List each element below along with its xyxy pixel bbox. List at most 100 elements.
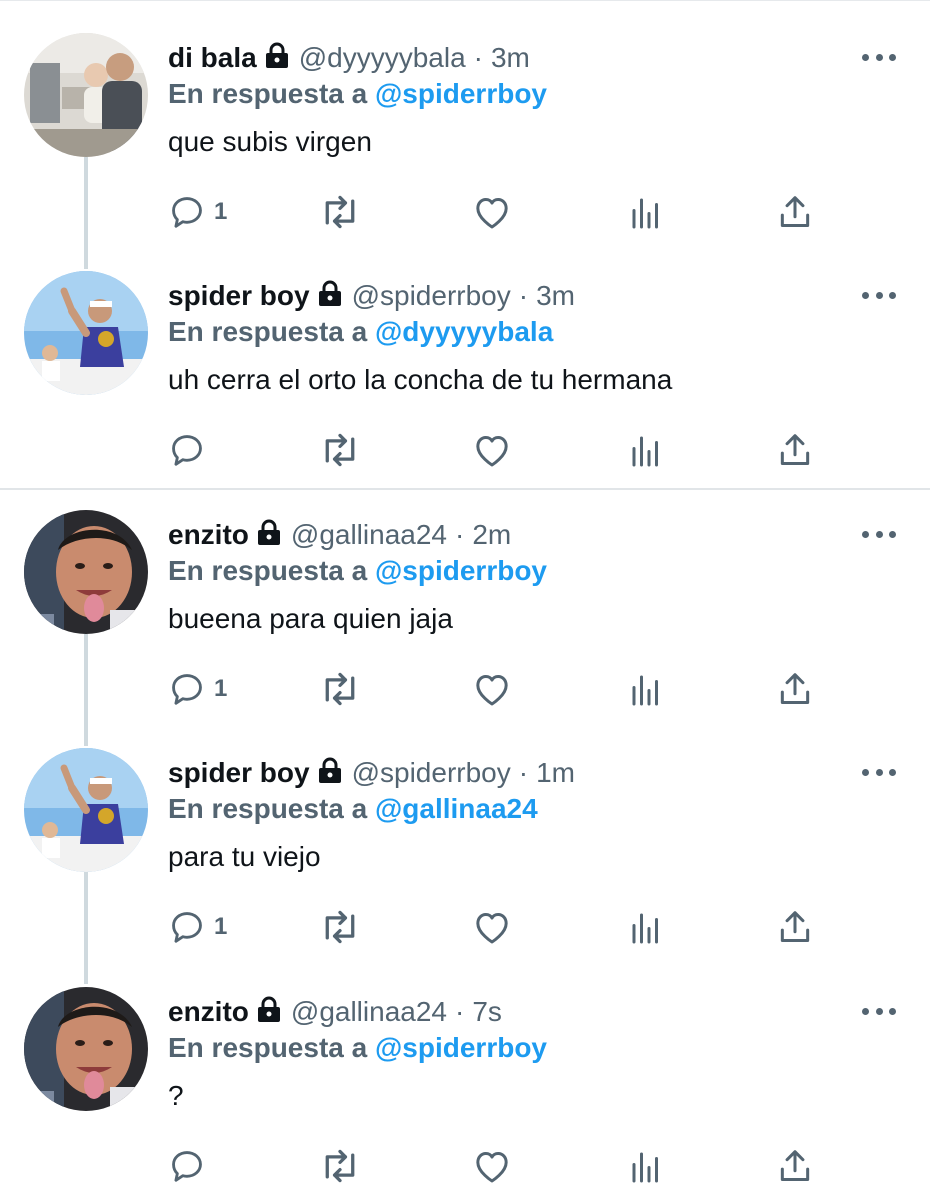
user-handle[interactable]: @gallinaa24 xyxy=(291,996,447,1028)
display-name[interactable]: enzito xyxy=(168,996,249,1028)
reply-count: 1 xyxy=(214,913,228,940)
analytics-icon xyxy=(632,198,658,229)
reply-prefix: En respuesta a xyxy=(168,78,375,109)
reply-mention[interactable]: @spiderrboy xyxy=(375,555,547,586)
avatar-enzito[interactable] xyxy=(24,510,148,634)
reply-button[interactable] xyxy=(168,430,214,470)
views-button[interactable] xyxy=(628,192,664,232)
share-icon xyxy=(780,911,810,942)
reply-mention[interactable]: @dyyyyybala xyxy=(375,316,553,347)
user-handle[interactable]: @dyyyyybala xyxy=(299,42,466,74)
like-button[interactable] xyxy=(472,907,512,947)
avatar-spider-boy[interactable] xyxy=(24,271,148,395)
reply-context: En respuesta a @dyyyyybala xyxy=(168,316,553,348)
tweet-text: uh cerra el orto la concha de tu hermana xyxy=(168,364,673,395)
heart-icon xyxy=(476,675,508,706)
retweet-icon xyxy=(325,195,355,229)
retweet-icon xyxy=(325,672,355,706)
lock-icon xyxy=(257,996,281,1029)
share-icon xyxy=(780,673,810,704)
analytics-icon xyxy=(632,675,658,706)
tweet-header: enzito @gallinaa24 · 7s xyxy=(168,994,502,1030)
reply-icon xyxy=(172,197,202,228)
reply-icon xyxy=(172,674,202,705)
reply-button[interactable] xyxy=(168,1146,214,1186)
like-button[interactable] xyxy=(472,430,512,470)
heart-icon xyxy=(476,1152,508,1183)
tweet[interactable]: spider boy @spiderrboy · 3m En respuesta… xyxy=(0,238,930,476)
more-options-icon[interactable] xyxy=(862,288,896,302)
more-options-icon[interactable] xyxy=(862,50,896,64)
display-name[interactable]: spider boy xyxy=(168,757,310,789)
separator: · xyxy=(518,280,529,311)
like-button[interactable] xyxy=(472,1146,512,1186)
share-button[interactable] xyxy=(776,192,814,232)
more-options-icon[interactable] xyxy=(862,527,896,541)
user-handle[interactable]: @spiderrboy xyxy=(352,280,511,312)
timestamp[interactable]: 3m xyxy=(491,42,530,74)
heart-icon xyxy=(476,198,508,229)
reply-context: En respuesta a @gallinaa24 xyxy=(168,793,538,825)
tweet[interactable]: enzito @gallinaa24 · 2m En respuesta a @… xyxy=(0,477,930,715)
avatar-di-bala[interactable] xyxy=(24,33,148,157)
reply-count: 1 xyxy=(214,198,228,225)
reply-count: 1 xyxy=(214,675,228,702)
retweet-button[interactable] xyxy=(318,907,362,947)
tweet-text: para tu viejo xyxy=(168,841,321,872)
retweet-button[interactable] xyxy=(318,430,362,470)
avatar-spider-boy[interactable] xyxy=(24,748,148,872)
reply-prefix: En respuesta a xyxy=(168,793,375,824)
tweet[interactable]: di bala @dyyyyybala · 3m En respuesta a … xyxy=(0,0,930,238)
separator: · xyxy=(518,757,529,788)
like-button[interactable] xyxy=(472,192,512,232)
tweet[interactable]: spider boy @spiderrboy · 1m En respuesta… xyxy=(0,715,930,953)
lock-icon xyxy=(257,519,281,552)
reply-button[interactable]: 1 xyxy=(168,907,227,947)
display-name[interactable]: di bala xyxy=(168,42,257,74)
reply-prefix: En respuesta a xyxy=(168,1032,375,1063)
timestamp[interactable]: 1m xyxy=(536,757,575,789)
views-button[interactable] xyxy=(628,669,664,709)
reply-button[interactable]: 1 xyxy=(168,669,227,709)
reply-mention[interactable]: @gallinaa24 xyxy=(375,793,538,824)
views-button[interactable] xyxy=(628,907,664,947)
separator: · xyxy=(454,996,465,1027)
display-name[interactable]: enzito xyxy=(168,519,249,551)
share-icon xyxy=(780,1150,810,1181)
like-button[interactable] xyxy=(472,669,512,709)
reply-icon xyxy=(172,1151,202,1182)
retweet-button[interactable] xyxy=(318,1146,362,1186)
reply-prefix: En respuesta a xyxy=(168,555,375,586)
share-icon xyxy=(780,434,810,465)
reply-button[interactable]: 1 xyxy=(168,192,227,232)
retweet-icon xyxy=(325,910,355,944)
timestamp[interactable]: 2m xyxy=(472,519,511,551)
share-button[interactable] xyxy=(776,907,814,947)
share-button[interactable] xyxy=(776,1146,814,1186)
reply-mention[interactable]: @spiderrboy xyxy=(375,1032,547,1063)
timestamp[interactable]: 3m xyxy=(536,280,575,312)
retweet-button[interactable] xyxy=(318,192,362,232)
more-options-icon[interactable] xyxy=(862,1004,896,1018)
share-button[interactable] xyxy=(776,430,814,470)
reply-prefix: En respuesta a xyxy=(168,316,375,347)
views-button[interactable] xyxy=(628,430,664,470)
separator: · xyxy=(473,42,483,73)
tweet[interactable]: enzito @gallinaa24 · 7s En respuesta a @… xyxy=(0,954,930,1192)
analytics-icon xyxy=(632,913,658,944)
reply-mention[interactable]: @spiderrboy xyxy=(375,78,547,109)
views-button[interactable] xyxy=(628,1146,664,1186)
share-button[interactable] xyxy=(776,669,814,709)
user-handle[interactable]: @spiderrboy xyxy=(352,757,511,789)
avatar-enzito[interactable] xyxy=(24,987,148,1111)
user-handle[interactable]: @gallinaa24 xyxy=(291,519,447,551)
tweet-text: bueena para quien jaja xyxy=(168,603,453,634)
display-name[interactable]: spider boy xyxy=(168,280,310,312)
heart-icon xyxy=(476,913,508,944)
tweet-text: que subis virgen xyxy=(168,126,372,157)
retweet-button[interactable] xyxy=(318,669,362,709)
timestamp[interactable]: 7s xyxy=(472,996,502,1028)
more-options-icon[interactable] xyxy=(862,765,896,779)
reply-context: En respuesta a @spiderrboy xyxy=(168,78,547,110)
retweet-icon xyxy=(325,433,355,467)
